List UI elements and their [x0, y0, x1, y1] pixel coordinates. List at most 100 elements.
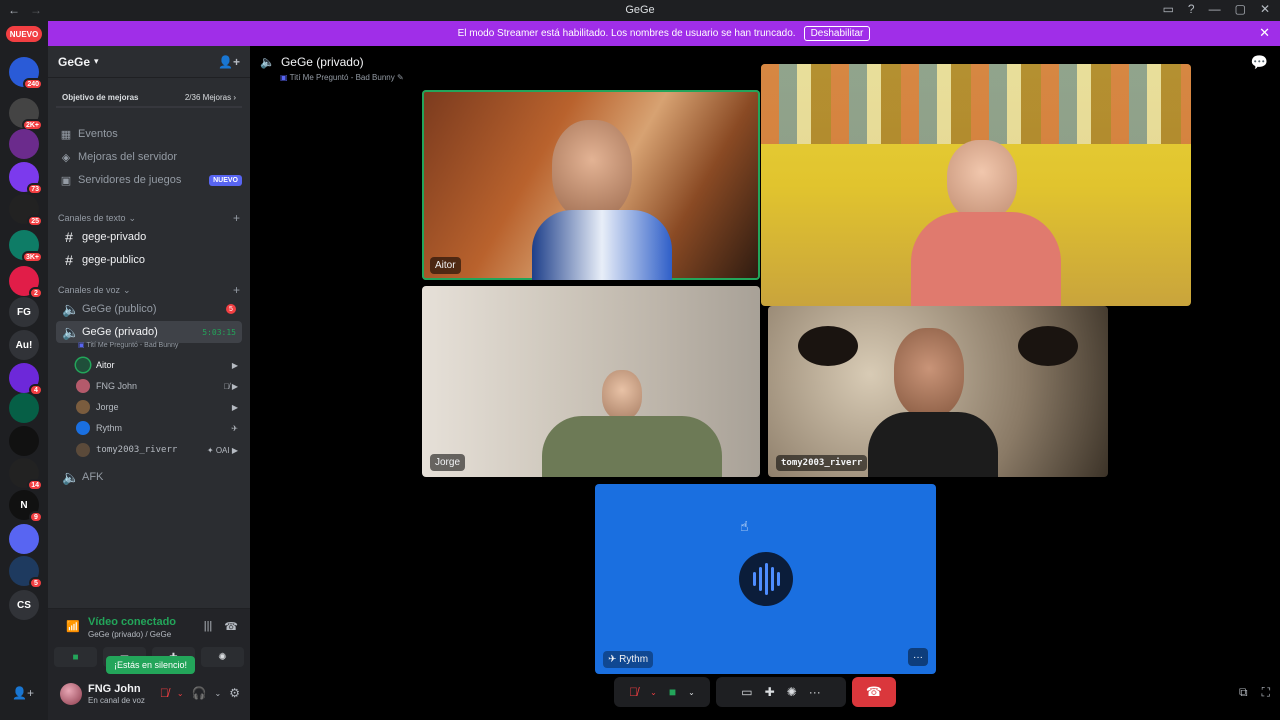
channel-gege-publico[interactable]: # gege-publico — [56, 249, 242, 271]
background-cat-eye — [1018, 326, 1078, 366]
call-activity[interactable]: ▣ Tití Me Preguntó - Bad Bunny ✎ — [280, 73, 404, 82]
server-icon[interactable]: N9 — [9, 490, 43, 523]
speaker-icon: 🔈 — [62, 323, 80, 340]
server-icon[interactable] — [9, 129, 39, 159]
video-tile-tomy[interactable]: tomy2003_riverr — [768, 306, 1108, 477]
server-header[interactable]: GeGe ▾ 👤+ — [48, 46, 250, 78]
invite-people-icon[interactable]: 👤+ — [218, 55, 240, 69]
add-text-channel-icon[interactable]: + — [233, 211, 240, 225]
channel-label: AFK — [82, 471, 104, 483]
channel-label: GeGe (privado) — [82, 326, 158, 338]
server-icon[interactable] — [9, 426, 39, 456]
new-pill[interactable]: NUEVO — [6, 26, 42, 42]
server-icon[interactable]: 4 — [9, 363, 43, 396]
server-icon[interactable]: 5 — [9, 556, 43, 589]
server-icon[interactable]: 3K+ — [9, 230, 43, 263]
help-icon[interactable]: ? — [1188, 2, 1195, 16]
inbox-icon[interactable]: ▭ — [1163, 2, 1174, 16]
chevron-down-icon[interactable]: ⌄ — [177, 689, 184, 698]
settings-gear-icon[interactable]: ⚙ — [229, 686, 240, 700]
leave-call-button[interactable]: ☎ — [852, 677, 896, 707]
video-tile-rythm[interactable]: ✈ Rythm ··· — [595, 484, 936, 674]
voice-channel-private[interactable]: 🔈 GeGe (privado) 5:03:15 — [56, 321, 242, 343]
call-header: 🔈 GeGe (privado) — [260, 55, 364, 69]
menu-game-servers[interactable]: ▣ Servidores de juegos NUEVO — [56, 169, 242, 191]
close-banner-icon[interactable]: ✕ — [1259, 25, 1270, 41]
headphones-icon[interactable]: 🎧 — [192, 686, 207, 700]
disconnect-icon[interactable]: ☎ — [224, 620, 238, 633]
server-icon[interactable]: 73 — [9, 162, 43, 195]
screen-share-icon[interactable]: ▭ — [741, 685, 752, 699]
voice-member[interactable]: Jorge ▶ — [76, 397, 242, 417]
user-name[interactable]: FNG John — [88, 683, 141, 695]
unread-badge: 3K+ — [21, 251, 43, 263]
call-timer: 5:03:15 — [202, 327, 236, 337]
menu-events[interactable]: ▦ Eventos — [56, 123, 242, 145]
speaker-icon: 🔈 — [62, 468, 80, 485]
new-badge: NUEVO — [209, 174, 242, 186]
camera-button[interactable]: ■ — [54, 647, 97, 667]
server-icon[interactable] — [9, 393, 39, 423]
chat-icon[interactable]: 💬 — [1251, 54, 1268, 71]
server-icon[interactable] — [9, 524, 39, 554]
chevron-down-icon[interactable]: ⌄ — [650, 688, 657, 697]
chevron-down-icon[interactable]: ⌄ — [688, 688, 695, 697]
music-icon: ▣ — [280, 73, 288, 82]
add-friends-icon[interactable]: 👤+ — [12, 686, 34, 700]
video-tile-jorge[interactable]: Jorge — [422, 286, 760, 477]
popout-icon[interactable]: ⧉ — [1239, 685, 1248, 700]
participant-name: Rythm — [619, 654, 649, 665]
back-arrow-icon[interactable]: ← — [8, 3, 20, 17]
tile-more-button[interactable]: ··· — [908, 648, 928, 666]
add-voice-channel-icon[interactable]: + — [233, 283, 240, 297]
pencil-icon[interactable]: ✎ — [397, 73, 404, 82]
soundboard-button[interactable]: ✺ — [201, 647, 244, 667]
server-icon[interactable]: Au! — [9, 330, 39, 360]
voice-member[interactable]: Aitor ▶ — [76, 355, 242, 375]
server-icon-label: N — [20, 499, 28, 511]
video-tile-aitor[interactable]: Aitor — [422, 90, 760, 280]
history-nav: ← → — [8, 3, 42, 17]
muted-mic-icon[interactable]: 🎙̸ — [629, 685, 638, 699]
voice-member[interactable]: Rythm ✈ — [76, 418, 242, 438]
voice-member[interactable]: FNG John 🎙̸ ▶ — [76, 376, 242, 396]
voice-status-subtitle[interactable]: GeGe (privado) / GeGe — [88, 630, 171, 639]
maximize-button[interactable]: ▢ — [1235, 2, 1246, 16]
more-options-icon[interactable]: ··· — [809, 685, 821, 699]
server-name: GeGe — [58, 54, 91, 69]
video-tile-host[interactable] — [761, 64, 1191, 306]
server-icon[interactable]: 14 — [9, 458, 43, 491]
noise-suppression-icon[interactable]: ||| — [204, 620, 213, 633]
channel-gege-privado[interactable]: # gege-privado — [56, 226, 242, 248]
menu-server-boost[interactable]: ◈ Mejoras del servidor — [56, 146, 242, 168]
participant-video — [894, 328, 964, 418]
boost-goal-label: Objetivo de mejoras — [62, 92, 139, 102]
voice-channel-public[interactable]: 🔈 GeGe (publico) 5 — [56, 298, 242, 320]
camera-icon[interactable]: ■ — [669, 685, 676, 699]
minimize-button[interactable]: — — [1209, 2, 1221, 16]
voice-channel-afk[interactable]: 🔈 AFK — [56, 466, 242, 488]
chevron-down-icon[interactable]: ⌄ — [215, 689, 222, 698]
unread-badge: 240 — [23, 78, 43, 90]
soundboard-icon[interactable]: ✺ — [787, 685, 797, 699]
server-icon[interactable]: 25 — [9, 194, 43, 227]
close-window-button[interactable]: ✕ — [1260, 2, 1270, 16]
server-icon[interactable]: 2 — [9, 266, 43, 299]
fullscreen-icon[interactable]: ⛶ — [1262, 685, 1270, 700]
call-controls: 🎙̸ ⌄ ■ ⌄ ▭ ✚ ✺ ··· ☎ — [614, 676, 896, 708]
forward-arrow-icon[interactable]: → — [30, 3, 42, 17]
muted-mic-icon[interactable]: 🎙̸ — [160, 686, 169, 700]
text-channels-category[interactable]: Canales de texto ⌄ + — [58, 211, 240, 225]
member-status-icons: 🎙̸ ▶ — [223, 381, 238, 391]
voice-channels-category[interactable]: Canales de voz ⌄ + — [58, 283, 240, 297]
voice-member[interactable]: tomy2003_riverr ✦ OAI ▶ — [76, 440, 242, 460]
activities-icon[interactable]: ✚ — [765, 685, 775, 699]
voice-status-title[interactable]: Vídeo conectado — [88, 616, 176, 628]
server-icon[interactable]: FG — [9, 297, 39, 327]
server-icon[interactable]: CS — [9, 590, 39, 620]
boost-goal[interactable]: Objetivo de mejoras 2/36 Mejoras › — [56, 88, 242, 108]
disable-streamer-button[interactable]: Deshabilitar — [803, 26, 871, 41]
server-icon[interactable]: 240 — [9, 57, 43, 90]
avatar[interactable] — [60, 683, 82, 705]
server-icon[interactable]: 2K+ — [9, 98, 43, 131]
